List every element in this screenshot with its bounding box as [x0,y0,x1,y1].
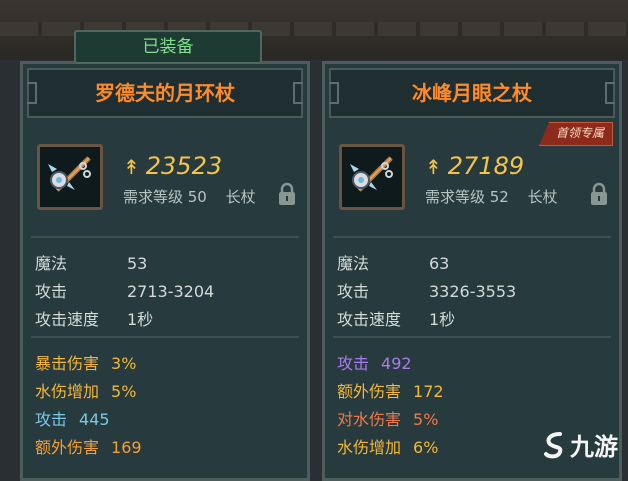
stat-label: 魔法 [337,254,370,273]
stat-value: 1秒 [429,310,456,329]
affix-value: 445 [79,410,110,429]
affix-label: 攻击 [35,410,68,429]
affix-value: 172 [413,382,444,401]
combat-power: ↟ 27189 [425,152,524,180]
affix-row: 攻击 492 [337,350,412,374]
affix-label: 暴击伤害 [35,354,100,373]
watermark: 九游 [540,427,618,462]
affix-label: 对水伤害 [337,410,402,429]
stat-value: 53 [127,254,148,273]
lock-icon[interactable] [277,182,297,206]
affix-label: 额外伤害 [35,438,100,457]
item-name: 冰峰月眼之杖 [329,68,615,118]
power-icon: ↟ [123,155,140,179]
stat-row: 魔法 63 [337,250,449,274]
power-value: 23523 [145,152,223,180]
jiuyou-logo-icon [544,431,563,458]
boss-exclusive-badge: 首领专属 [538,122,613,146]
watermark-text: 九游 [570,433,618,461]
stat-value: 2713-3204 [127,282,215,301]
divider [31,336,299,338]
affix-label: 攻击 [337,354,370,373]
equipped-item-panel: 罗德夫的月环杖 ↟ 23523 需求等级 50 长杖 魔法 53 攻击 2713-32… [20,61,310,481]
affix-value: 6% [413,438,439,457]
combat-power: ↟ 23523 [123,152,222,180]
stat-value: 63 [429,254,450,273]
required-level: 需求等级 50 [123,188,207,206]
affix-row: 额外伤害 172 [337,378,444,402]
staff-icon [48,156,91,192]
stat-row: 攻击 3326-3553 [337,278,516,302]
stat-row: 攻击速度 1秒 [35,306,153,330]
compare-item-panel: 冰峰月眼之杖 首领专属 ↟ 27189 需求等级 52 长杖 魔法 63 攻击 332… [322,61,622,481]
lock-icon[interactable] [589,182,609,206]
stat-label: 攻击速度 [35,310,100,329]
affix-value: 492 [381,354,412,373]
divider [333,236,611,238]
affix-label: 水伤增加 [337,438,402,457]
stat-label: 攻击速度 [337,310,402,329]
stat-row: 攻击 2713-3204 [35,278,214,302]
stat-value: 1秒 [127,310,154,329]
affix-row: 攻击 445 [35,406,110,430]
divider [31,236,299,238]
equipped-tab: 已装备 [74,30,262,64]
affix-label: 额外伤害 [337,382,402,401]
stat-row: 攻击速度 1秒 [337,306,455,330]
staff-icon [350,156,393,192]
requirement-line: 需求等级 50 长杖 [123,186,256,207]
affix-row: 额外伤害 169 [35,434,142,458]
affix-value: 5% [413,410,439,429]
affix-label: 水伤增加 [35,382,100,401]
affix-row: 对水伤害 5% [337,406,438,430]
power-icon: ↟ [425,155,442,179]
requirement-line: 需求等级 52 长杖 [425,186,558,207]
divider [333,336,611,338]
stat-label: 魔法 [35,254,68,273]
stat-label: 攻击 [35,282,68,301]
affix-row: 水伤增加 6% [337,434,438,458]
weapon-type: 长杖 [527,188,558,206]
item-icon-slot[interactable] [37,144,103,210]
power-value: 27189 [447,152,525,180]
item-name: 罗德夫的月环杖 [27,68,303,118]
required-level: 需求等级 52 [425,188,509,206]
stat-value: 3326-3553 [429,282,517,301]
affix-value: 3% [111,354,137,373]
item-icon-slot[interactable] [339,144,405,210]
affix-value: 5% [111,382,137,401]
affix-value: 169 [111,438,142,457]
affix-row: 暴击伤害 3% [35,350,136,374]
weapon-type: 长杖 [225,188,256,206]
stat-label: 攻击 [337,282,370,301]
stat-row: 魔法 53 [35,250,147,274]
affix-row: 水伤增加 5% [35,378,136,402]
